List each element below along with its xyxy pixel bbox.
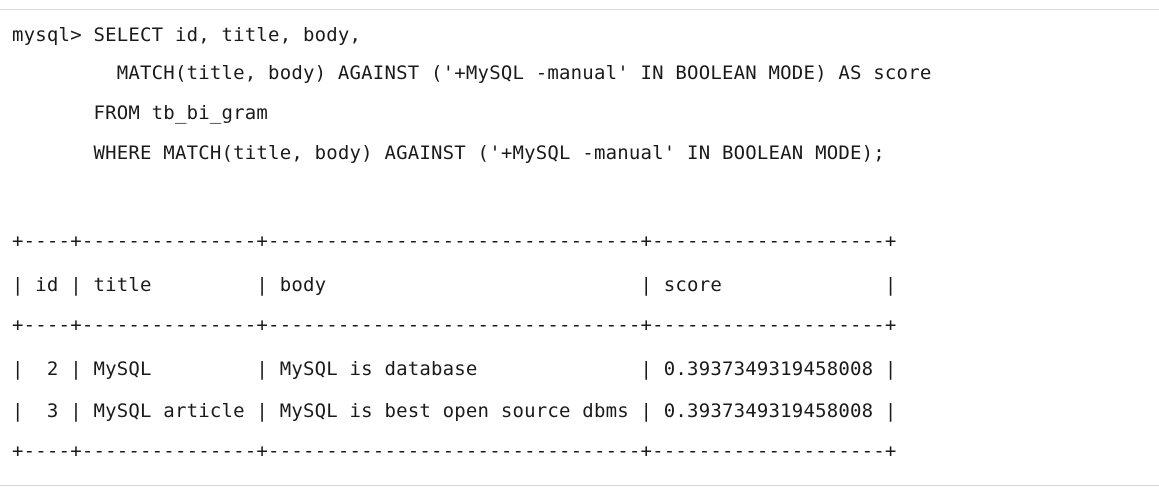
table-header-row: | id | title | body | score |	[12, 274, 897, 296]
top-divider	[0, 9, 1159, 10]
bottom-divider	[0, 485, 1159, 486]
table-row: | 2 | MySQL | MySQL is database | 0.3937…	[12, 358, 897, 380]
table-border-header: +----+---------------+------------------…	[12, 314, 897, 336]
query-line-match: MATCH(title, body) AGAINST ('+MySQL -man…	[12, 62, 932, 84]
table-row: | 3 | MySQL article | MySQL is best open…	[12, 400, 897, 422]
mysql-console-output: mysql> SELECT id, title, body, MATCH(tit…	[12, 14, 1152, 479]
query-line-select: mysql> SELECT id, title, body,	[12, 24, 362, 46]
query-line-where: WHERE MATCH(title, body) AGAINST ('+MySQ…	[12, 142, 885, 164]
query-line-from: FROM tb_bi_gram	[12, 102, 269, 124]
table-border-top: +----+---------------+------------------…	[12, 230, 897, 252]
table-border-bottom: +----+---------------+------------------…	[12, 440, 897, 462]
